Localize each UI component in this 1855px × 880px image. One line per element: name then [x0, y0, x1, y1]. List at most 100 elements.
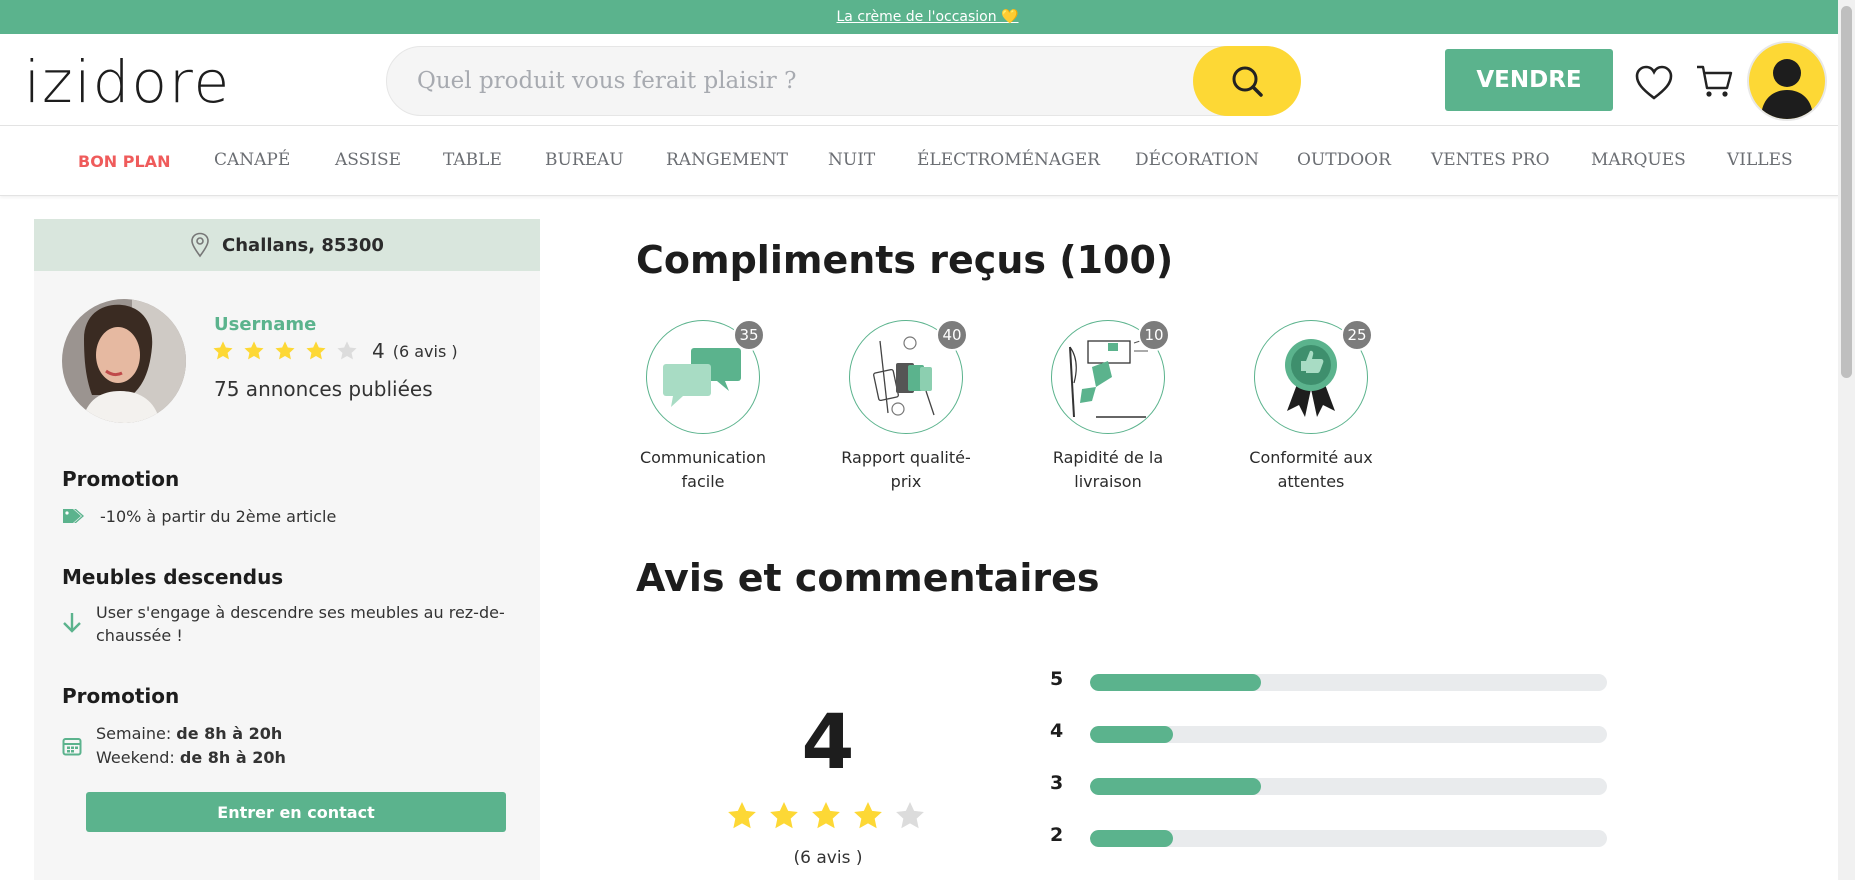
seller-portrait-image: [62, 299, 186, 423]
calendar-icon: [62, 738, 82, 756]
rating-bar-fill: [1090, 830, 1173, 847]
meubles-descendus-line1: User s'engage à descendre ses meubles au…: [96, 603, 505, 622]
location-pin-icon: [191, 232, 209, 258]
published-listings-count: 75 annonces publiées: [214, 377, 433, 401]
compliment-label-line2: prix: [890, 472, 922, 491]
star-filled-icon: [275, 341, 295, 360]
search-icon: [1232, 66, 1263, 97]
contact-seller-button[interactable]: Entrer en contact: [86, 792, 506, 832]
compliment-quality-price: 40 Rapport qualité- prix: [826, 319, 986, 494]
favorites-heart-icon[interactable]: [1634, 64, 1674, 102]
weekend-label: Weekend:: [96, 748, 180, 767]
rating-bar-fill: [1090, 778, 1261, 795]
price-tag-icon: [63, 509, 84, 523]
star-filled-icon: [213, 341, 233, 360]
compliment-badge: 35: [646, 319, 765, 434]
compliment-communication: 35 Communication facile: [623, 319, 783, 494]
nav-item-decoration[interactable]: DÉCORATION: [1135, 150, 1259, 170]
seller-rating-count[interactable]: (6 avis ): [393, 342, 458, 361]
meubles-descendus-line2: chaussée !: [96, 626, 183, 645]
compliment-count: 40: [936, 319, 968, 351]
seller-rating: 4 (6 avis ): [212, 339, 458, 363]
compliment-conformity: 25 Conformité aux attentes: [1231, 319, 1391, 494]
announcement-bar: La crème de l'occasion 💛: [0, 0, 1855, 34]
compliment-badge: 10: [1051, 319, 1170, 434]
compliment-label-line1: Conformité aux: [1249, 448, 1373, 467]
compliment-label-line2: attentes: [1277, 472, 1345, 491]
nav-item-nuit[interactable]: NUIT: [828, 150, 875, 170]
logo[interactable]: izidore: [24, 48, 231, 116]
location-text: Challans, 85300: [222, 234, 384, 256]
rating-bar-label: 2: [1050, 824, 1064, 846]
compliment-label-line1: Rapport qualité-: [841, 448, 971, 467]
compliment-label-line2: livraison: [1074, 472, 1142, 491]
rating-bar-row: 5: [1050, 668, 1610, 692]
star-filled-icon: [770, 802, 798, 829]
arrow-down-icon: [63, 613, 81, 633]
average-rating: 4: [801, 697, 855, 786]
star-filled-icon: [306, 341, 326, 360]
nav-item-bon-plan[interactable]: BON PLAN: [78, 152, 170, 171]
search-bar: [386, 46, 1301, 116]
star-filled-icon: [728, 802, 756, 829]
scrollbar-thumb[interactable]: [1841, 6, 1852, 378]
nav-item-table[interactable]: TABLE: [443, 150, 502, 170]
compliment-delivery: 10 Rapidité de la livraison: [1028, 319, 1188, 494]
compliment-badge: 40: [849, 319, 968, 434]
rating-bar-label: 4: [1050, 720, 1064, 742]
rating-bar-label: 3: [1050, 772, 1064, 794]
rating-bar-track: [1090, 778, 1607, 795]
nav-item-villes[interactable]: VILLES: [1727, 150, 1793, 170]
star-empty-icon: [337, 341, 357, 360]
seller-rating-value: 4: [372, 339, 385, 363]
compliment-label: Rapidité de la livraison: [1028, 446, 1188, 494]
compliment-label: Conformité aux attentes: [1231, 446, 1391, 494]
star-filled-icon: [854, 802, 882, 829]
promotion-title: Promotion: [62, 467, 180, 491]
meubles-descendus-title: Meubles descendus: [62, 565, 284, 589]
star-filled-icon: [244, 341, 264, 360]
compliment-count: 10: [1138, 319, 1170, 351]
cart-icon[interactable]: [1694, 61, 1734, 101]
rating-bar-track: [1090, 674, 1607, 691]
nav-item-canape[interactable]: CANAPÉ: [214, 150, 290, 170]
user-avatar[interactable]: [1749, 43, 1825, 119]
compliment-label: Rapport qualité- prix: [826, 446, 986, 494]
star-filled-icon: [812, 802, 840, 829]
compliment-label: Communication facile: [623, 446, 783, 494]
compliment-badge: 25: [1254, 319, 1373, 434]
seller-profile-photo[interactable]: [62, 299, 186, 423]
rating-bar-label: 5: [1050, 668, 1064, 690]
nav-item-bureau[interactable]: BUREAU: [545, 150, 624, 170]
search-button[interactable]: [1193, 46, 1301, 116]
nav-item-assise[interactable]: ASSISE: [335, 150, 401, 170]
weekday-hours: Semaine: de 8h à 20h: [96, 722, 282, 745]
search-input[interactable]: [417, 59, 1177, 103]
rating-bar-track: [1090, 726, 1607, 743]
rating-bar-fill: [1090, 674, 1261, 691]
reviews-count: (6 avis ): [793, 848, 863, 868]
seller-username[interactable]: Username: [214, 314, 316, 335]
average-rating-stars: [726, 800, 926, 832]
weekday-label: Semaine:: [96, 724, 177, 743]
compliment-label-line1: Communication: [639, 448, 767, 467]
nav-item-marques[interactable]: MARQUES: [1591, 150, 1686, 170]
rating-bar-row: 2: [1050, 824, 1610, 848]
reviews-title: Avis et commentaires: [636, 556, 1100, 600]
compliment-count: 35: [733, 319, 765, 351]
announcement-link[interactable]: La crème de l'occasion 💛: [836, 9, 1018, 25]
compliment-label-line1: Rapidité de la: [1052, 448, 1164, 467]
compliment-label-line2: facile: [681, 472, 725, 491]
weekday-value: de 8h à 20h: [176, 724, 283, 743]
header: izidore VENDRE: [0, 34, 1855, 126]
rating-bar-fill: [1090, 726, 1173, 743]
sell-button[interactable]: VENDRE: [1445, 49, 1613, 111]
nav-item-rangement[interactable]: RANGEMENT: [666, 150, 788, 170]
rating-bar-row: 4: [1050, 720, 1610, 744]
nav-item-outdoor[interactable]: OUTDOOR: [1297, 150, 1391, 170]
opening-hours-title: Promotion: [62, 684, 180, 708]
nav-item-ventes-pro[interactable]: VENTES PRO: [1431, 150, 1550, 170]
nav-item-electromenager[interactable]: ÉLECTROMÉNAGER: [917, 150, 1100, 170]
seller-sidebar: Challans, 85300 Username 4 (6 avis ) 75 …: [34, 219, 540, 880]
category-nav: BON PLAN CANAPÉ ASSISE TABLE BUREAU RANG…: [0, 126, 1840, 196]
